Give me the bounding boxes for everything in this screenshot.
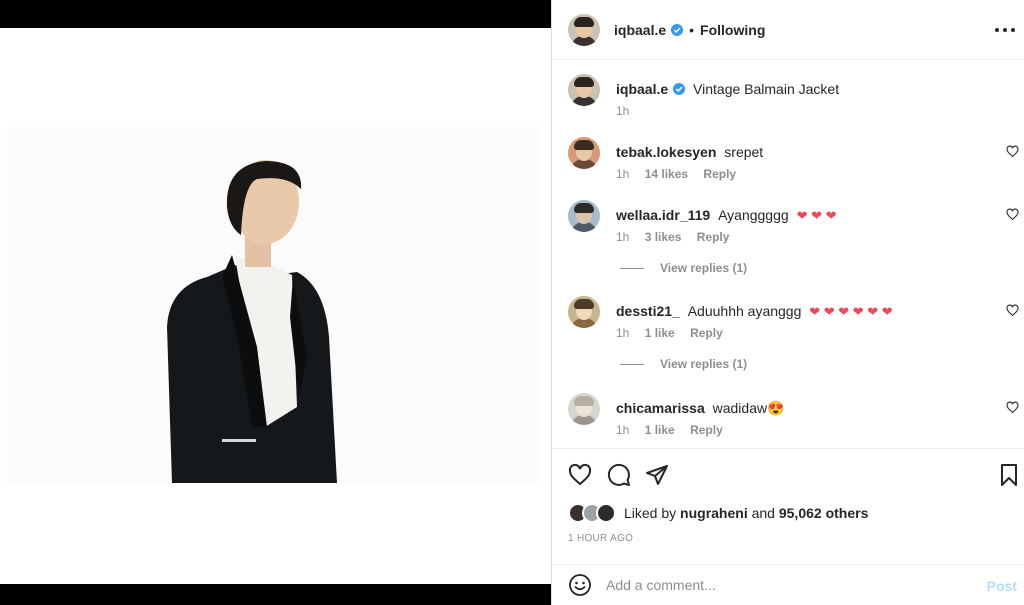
likes-text: Liked by nugraheni and 95,062 others	[624, 505, 868, 521]
bookmark-icon[interactable]	[997, 463, 1021, 487]
comment-likes[interactable]: 1 like	[645, 423, 675, 437]
heart-icon[interactable]	[1006, 304, 1019, 317]
reply-button[interactable]: Reply	[697, 230, 730, 244]
emoji-face-icon[interactable]	[568, 573, 592, 597]
post-media-pane	[0, 0, 551, 605]
heart-emoji-icon: ❤ ❤ ❤	[796, 208, 837, 223]
commenter-avatar[interactable]	[568, 137, 600, 169]
comment-meta: 1h 1 like Reply	[616, 326, 735, 340]
verified-badge-icon	[673, 83, 686, 95]
comment-input[interactable]	[606, 577, 966, 593]
view-replies-label[interactable]: View replies (1)	[660, 357, 747, 371]
post-photo[interactable]	[7, 127, 540, 483]
reply-button[interactable]: Reply	[703, 167, 736, 181]
likes-conj: and	[751, 505, 775, 521]
comment-time: 1h	[616, 167, 630, 181]
author-avatar[interactable]	[568, 74, 600, 106]
caption-meta: 1h	[616, 104, 641, 118]
comment-meta: 1h 14 likes Reply	[616, 167, 748, 181]
author-username[interactable]: iqbaal.e	[614, 22, 666, 38]
comment-username[interactable]: tebak.lokesyen	[616, 144, 716, 160]
commenter-avatar[interactable]	[568, 393, 600, 425]
replies-divider-line	[620, 363, 644, 365]
first-liker-link[interactable]: nugraheni	[680, 505, 748, 521]
comment-text: wellaa.idr_119 Ayanggggg ❤ ❤ ❤	[616, 207, 836, 224]
caption-body: Vintage Balmain Jacket	[693, 81, 840, 97]
commenter-avatar[interactable]	[568, 296, 600, 328]
comment-username[interactable]: dessti21_	[616, 303, 680, 319]
comment-meta: 1h 1 like Reply	[616, 423, 735, 437]
action-bar	[552, 448, 1024, 498]
heart-icon[interactable]	[1006, 208, 1019, 221]
caption-text: iqbaal.e Vintage Balmain Jacket	[616, 81, 839, 97]
author-avatar[interactable]	[568, 13, 600, 46]
comment-meta: 1h 3 likes Reply	[616, 230, 741, 244]
comment-likes[interactable]: 1 like	[645, 326, 675, 340]
caption-time: 1h	[616, 104, 630, 118]
more-dots-icon[interactable]	[995, 20, 1015, 40]
heart-icon[interactable]	[1006, 401, 1019, 414]
likes-summary: Liked by nugraheni and 95,062 others	[568, 503, 868, 523]
comment-username[interactable]: chicamarissa	[616, 400, 705, 416]
post-header: iqbaal.e • Following	[552, 0, 1024, 60]
view-replies-button[interactable]: View replies (1)	[620, 357, 747, 371]
comment-bubble-icon[interactable]	[607, 463, 631, 487]
comment-time: 1h	[616, 326, 630, 340]
comments-list: iqbaal.e Vintage Balmain Jacket 1h tebak…	[552, 60, 1024, 448]
comment-text: dessti21_ Aduuhhh ayanggg ❤ ❤ ❤ ❤ ❤ ❤	[616, 303, 893, 320]
reply-button[interactable]: Reply	[690, 326, 723, 340]
liker-avatar[interactable]	[596, 503, 616, 523]
comment-time: 1h	[616, 230, 630, 244]
commenter-avatar[interactable]	[568, 200, 600, 232]
comment-body: Ayanggggg	[718, 207, 789, 223]
post-button[interactable]: Post	[987, 578, 1017, 594]
media-bottom-bar	[0, 584, 551, 605]
likes-prefix: Liked by	[624, 505, 677, 521]
comment-time: 1h	[616, 423, 630, 437]
separator-dot: •	[689, 21, 695, 38]
heart-emoji-icon: ❤ ❤ ❤ ❤ ❤ ❤	[809, 304, 893, 319]
comment-likes[interactable]: 3 likes	[645, 230, 682, 244]
heart-icon[interactable]	[1006, 145, 1019, 158]
comment-text: tebak.lokesyen srepet	[616, 144, 763, 160]
following-button[interactable]: Following	[700, 22, 765, 38]
caption-username[interactable]: iqbaal.e	[616, 81, 668, 97]
paper-plane-icon[interactable]	[645, 463, 669, 487]
verified-badge-icon	[671, 23, 684, 36]
post-detail-panel: iqbaal.e • Following iqbaal.e Vintage Ba…	[551, 0, 1024, 605]
comment-body: Aduuhhh ayanggg	[687, 303, 802, 319]
others-likes-link[interactable]: 95,062 others	[779, 505, 869, 521]
view-replies-label[interactable]: View replies (1)	[660, 261, 747, 275]
heart-icon[interactable]	[568, 463, 592, 487]
replies-divider-line	[620, 267, 644, 269]
reply-button[interactable]: Reply	[690, 423, 723, 437]
comment-body: wadidaw😍	[712, 400, 785, 416]
post-timestamp: 1 HOUR AGO	[568, 533, 634, 544]
comment-username[interactable]: wellaa.idr_119	[616, 207, 710, 223]
comment-text: chicamarissa wadidaw😍	[616, 400, 785, 417]
comment-composer: Post	[552, 564, 1024, 605]
comment-body: srepet	[724, 144, 764, 160]
comment-likes[interactable]: 14 likes	[645, 167, 688, 181]
media-top-bar	[0, 0, 551, 28]
view-replies-button[interactable]: View replies (1)	[620, 261, 747, 275]
